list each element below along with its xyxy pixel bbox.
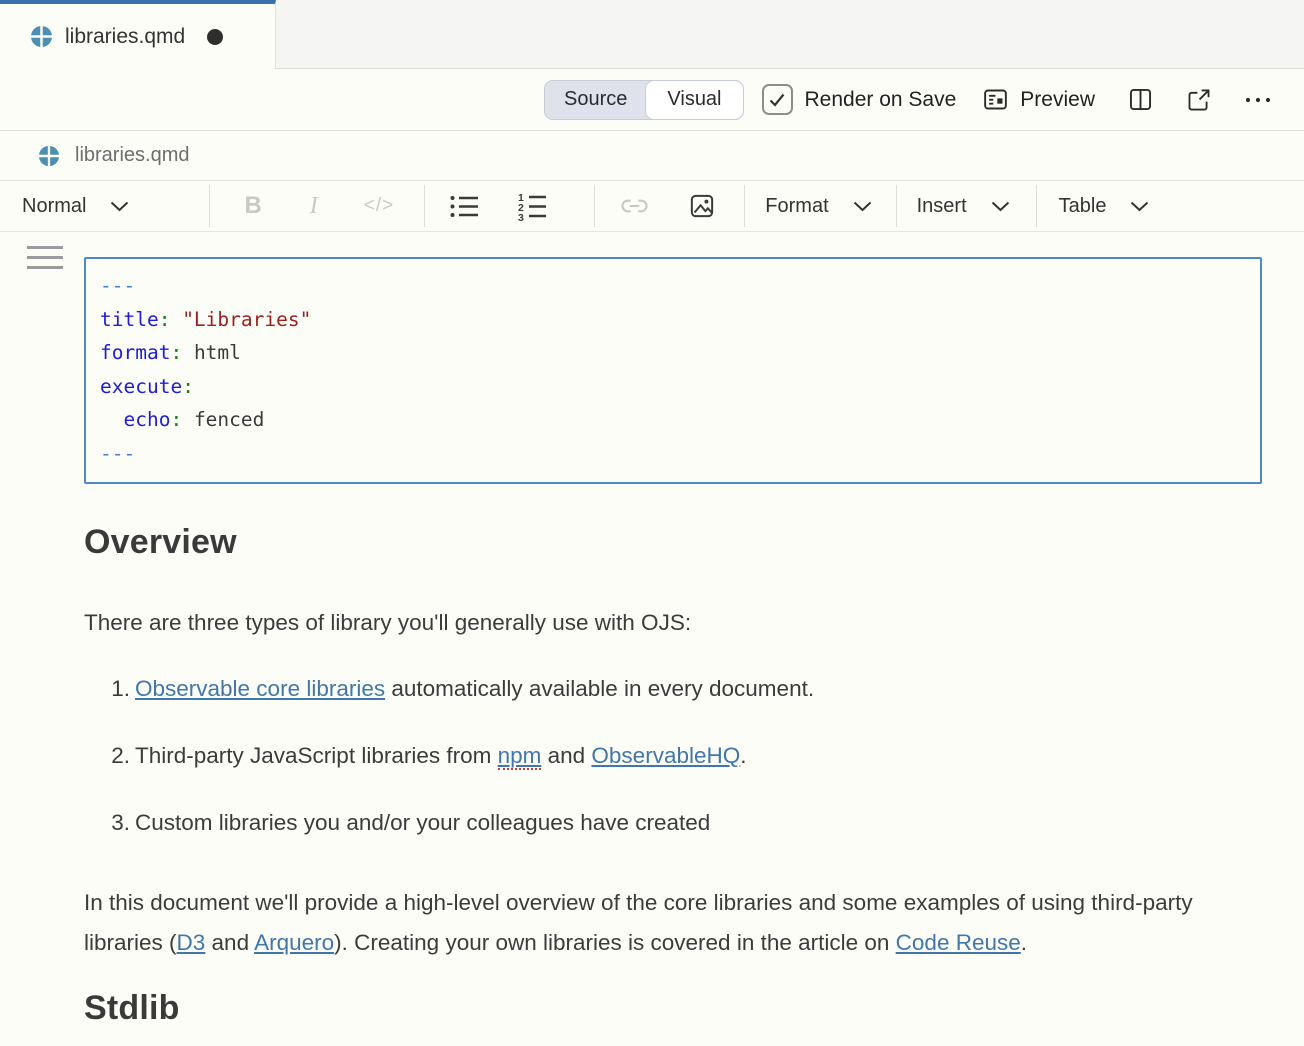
format-menu-label: Format (765, 195, 828, 218)
yaml-key: format (100, 341, 170, 364)
ellipsis-icon (1244, 95, 1272, 105)
intro-paragraph: There are three types of library you'll … (84, 603, 1229, 643)
image-icon (688, 192, 716, 220)
split-editor-icon (1127, 86, 1154, 113)
visual-mode-button[interactable]: Visual (645, 80, 743, 120)
list-item: 3. Custom libraries you and/or your coll… (84, 803, 1262, 843)
yaml-value: fenced (182, 408, 264, 431)
link-button[interactable] (621, 198, 648, 214)
open-external-icon (1186, 87, 1212, 113)
toolbar-separator (594, 185, 595, 227)
source-mode-button[interactable]: Source (545, 81, 646, 119)
bullet-list-icon (449, 193, 480, 220)
numbered-list-icon: 1 2 3 (517, 192, 548, 221)
image-button[interactable] (688, 192, 716, 220)
preview-label: Preview (1020, 88, 1095, 112)
chevron-down-icon (853, 201, 872, 212)
chevron-down-icon (110, 201, 129, 212)
bold-button[interactable]: B (244, 192, 261, 220)
tab-title: libraries.qmd (65, 25, 185, 49)
italic-button[interactable]: I (310, 193, 318, 220)
document-editor: --- title: "Libraries" format: html exec… (0, 232, 1304, 1029)
source-visual-toggle: Source Visual (544, 80, 744, 120)
code-button[interactable]: </> (364, 195, 394, 217)
numbered-list-button[interactable]: 1 2 3 (517, 192, 548, 221)
toolbar-separator (744, 185, 745, 227)
insert-menu-dropdown[interactable]: Insert (917, 195, 1010, 218)
source-mode-label: Source (564, 88, 627, 111)
yaml-key: execute (100, 375, 182, 398)
visual-mode-label: Visual (667, 88, 721, 111)
render-on-save-label[interactable]: Render on Save (805, 88, 957, 112)
closing-paragraph: In this document we'll provide a high-le… (84, 883, 1229, 963)
library-types-list: 1. Observable core libraries automatical… (84, 669, 1262, 843)
table-menu-dropdown[interactable]: Table (1059, 195, 1150, 218)
more-actions-button[interactable] (1244, 95, 1272, 105)
format-toolbar: Normal B I </> 1 2 3 (0, 181, 1304, 232)
tab-libraries-qmd[interactable]: libraries.qmd (0, 0, 276, 69)
yaml-value: html (182, 341, 241, 364)
checkmark-icon (768, 91, 786, 109)
yaml-key: title (100, 308, 159, 331)
chevron-down-icon (1130, 201, 1149, 212)
link-code-reuse[interactable]: Code Reuse (896, 930, 1021, 955)
link-d3[interactable]: D3 (177, 930, 206, 955)
yaml-front-matter-block[interactable]: --- title: "Libraries" format: html exec… (84, 257, 1262, 484)
list-item: 2. Third-party JavaScript libraries from… (84, 736, 1262, 776)
heading-stdlib: Stdlib (84, 987, 1262, 1029)
toolbar-separator (1036, 185, 1037, 227)
preview-icon (982, 86, 1009, 113)
yaml-delimiter: --- (100, 274, 135, 297)
split-editor-button[interactable] (1127, 86, 1154, 113)
link-observable-core-libraries[interactable]: Observable core libraries (135, 676, 385, 701)
chevron-down-icon (991, 201, 1010, 212)
preview-button[interactable]: Preview (982, 86, 1095, 113)
link-npm[interactable]: npm (498, 743, 542, 770)
paragraph-style-value: Normal (22, 195, 86, 218)
yaml-key: echo (100, 408, 170, 431)
link-observablehq[interactable]: ObservableHQ (591, 743, 740, 768)
toolbar-separator (209, 185, 210, 227)
yaml-delimiter: --- (100, 442, 135, 465)
breadcrumb-filename[interactable]: libraries.qmd (75, 144, 189, 167)
open-external-button[interactable] (1186, 87, 1212, 113)
yaml-string-value: "Libraries" (170, 308, 311, 331)
block-drag-handle[interactable] (27, 246, 63, 276)
quarto-icon (30, 25, 53, 48)
bold-icon: B (244, 192, 261, 220)
quarto-icon (38, 145, 60, 167)
heading-overview: Overview (84, 521, 1262, 563)
list-item: 1. Observable core libraries automatical… (84, 669, 1262, 709)
insert-menu-label: Insert (917, 195, 967, 218)
editor-toolbar: Source Visual Render on Save Preview (0, 69, 1304, 131)
toolbar-separator (424, 185, 425, 227)
breadcrumb: libraries.qmd (0, 131, 1304, 181)
link-icon (621, 198, 648, 214)
table-menu-label: Table (1059, 195, 1107, 218)
code-icon: </> (364, 195, 394, 217)
svg-text:3: 3 (518, 212, 524, 221)
unsaved-changes-dot (207, 29, 223, 45)
italic-icon: I (310, 193, 318, 220)
toolbar-separator (896, 185, 897, 227)
link-arquero[interactable]: Arquero (254, 930, 334, 955)
format-menu-dropdown[interactable]: Format (765, 195, 871, 218)
paragraph-style-dropdown[interactable]: Normal (22, 195, 129, 218)
bullet-list-button[interactable] (449, 193, 480, 220)
editor-tab-bar: libraries.qmd (0, 0, 1304, 69)
render-on-save-checkbox[interactable] (762, 84, 793, 115)
